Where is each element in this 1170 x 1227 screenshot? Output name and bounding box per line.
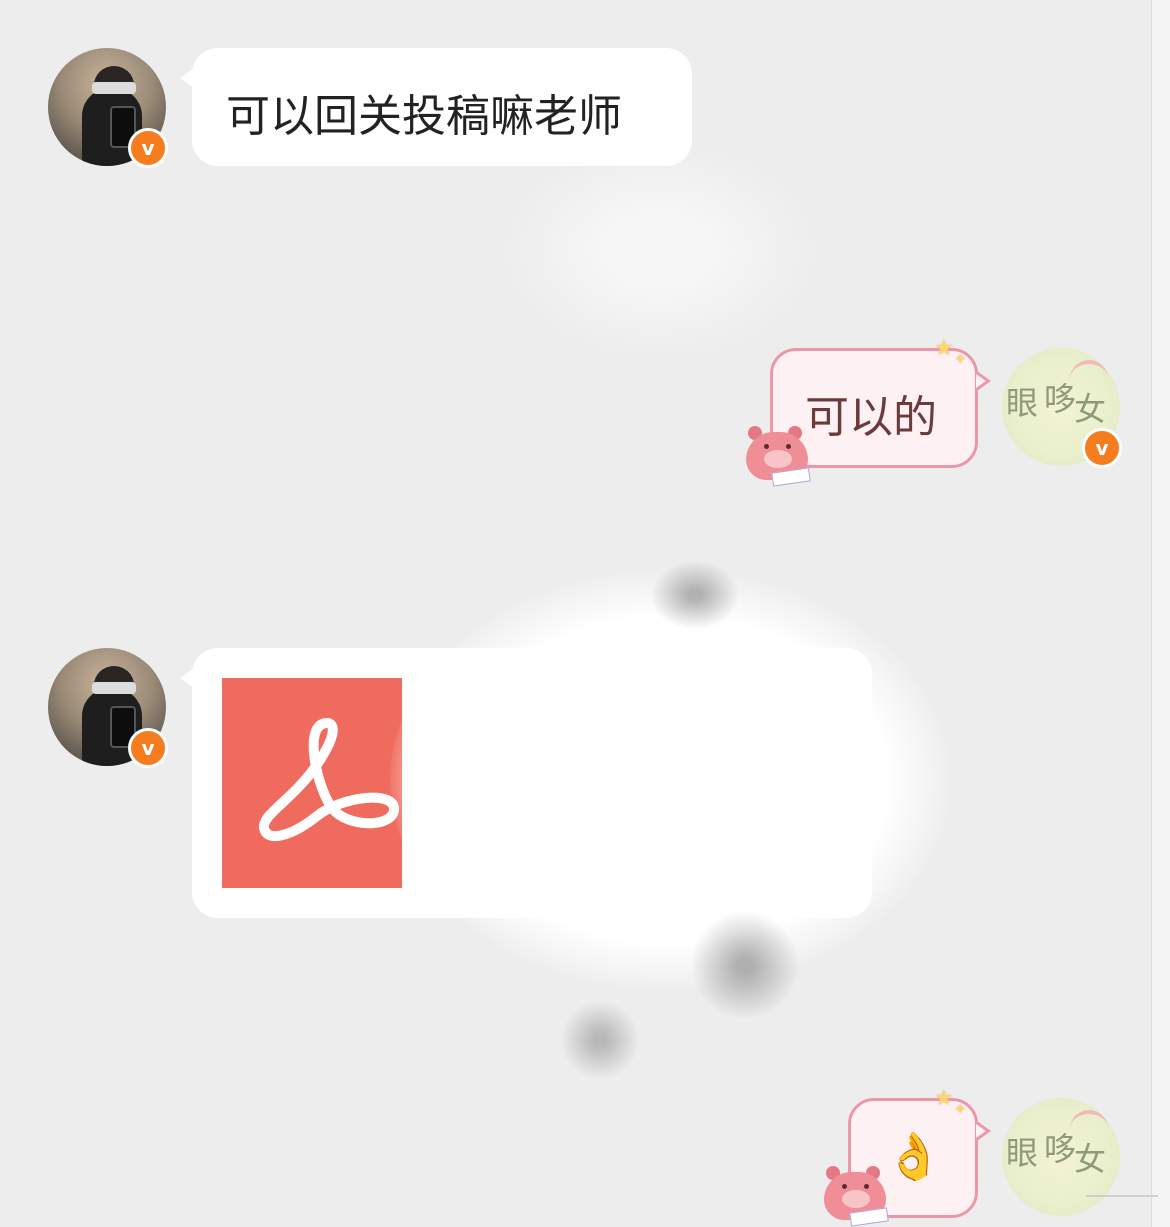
redaction-overlay <box>390 570 950 990</box>
avatar-self[interactable]: 眼 哆 女 <box>1002 1098 1120 1216</box>
sparkle-icon: ★ <box>934 336 954 361</box>
message-text: 可以的 <box>805 392 937 443</box>
verified-badge-icon: v <box>1082 428 1122 468</box>
message-text: 可以回关投稿嘛老师 <box>226 91 622 142</box>
redaction-overlay <box>500 140 820 360</box>
verified-badge-icon: v <box>128 128 168 168</box>
sparkle-icon: ★ <box>934 1086 954 1111</box>
beaver-sticker-icon <box>738 420 814 487</box>
emoji-message: 👌 <box>885 1129 943 1183</box>
redaction-overlay <box>560 1000 640 1080</box>
sparkle-icon: ✦ <box>954 350 967 368</box>
home-indicator <box>1086 1195 1158 1197</box>
scrollbar-track <box>1151 0 1170 1227</box>
redaction-overlay <box>690 910 800 1020</box>
sparkle-icon: ✦ <box>954 1100 967 1118</box>
verified-badge-icon: v <box>128 728 168 768</box>
beaver-sticker-icon <box>816 1160 892 1227</box>
redaction-overlay <box>650 560 740 630</box>
